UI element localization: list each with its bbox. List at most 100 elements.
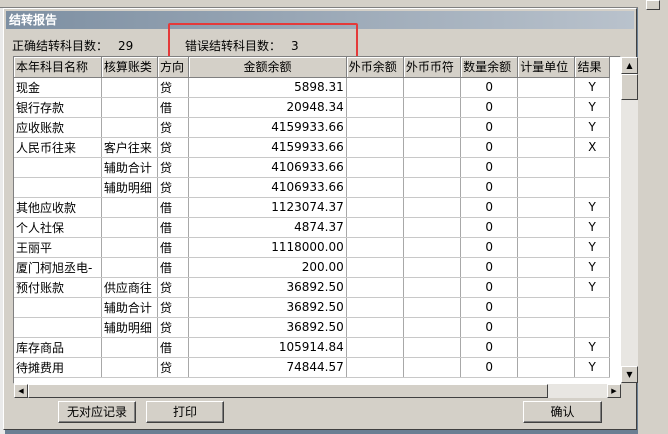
table-cell: Y <box>574 237 610 258</box>
table-cell: 银行存款 <box>14 97 102 118</box>
table-cell <box>403 137 462 158</box>
table-cell: 个人社保 <box>14 217 102 238</box>
column-header[interactable]: 方向 <box>157 57 190 78</box>
vertical-scrollbar[interactable]: ▲ ▼ <box>621 57 638 383</box>
vertical-scroll-thumb[interactable] <box>621 74 638 100</box>
scroll-up-icon[interactable]: ▲ <box>621 57 638 74</box>
table-cell <box>403 257 462 278</box>
table-cell: 应收账款 <box>14 117 102 138</box>
table-cell: 借 <box>157 257 190 278</box>
table-row[interactable]: 预付账款 供应商往贷 36892.50 0 Y <box>14 277 610 298</box>
table-cell: 贷 <box>157 117 190 138</box>
scroll-down-icon[interactable]: ▼ <box>621 366 638 383</box>
column-header[interactable]: 数量余额 <box>460 57 519 78</box>
table-cell <box>14 157 102 178</box>
table-cell: 辅助明细 <box>101 317 158 338</box>
table-cell <box>517 257 576 278</box>
table-row[interactable]: 辅助合计贷 36892.50 0 <box>14 297 610 318</box>
scroll-left-icon[interactable]: ◀ <box>14 384 28 398</box>
table-cell: 0 <box>460 357 519 378</box>
table-cell <box>517 137 576 158</box>
table-row[interactable]: 其他应收款 借 1123074.37 0 Y <box>14 197 610 218</box>
correct-count-summary: 正确结转科目数： 29 <box>12 37 133 54</box>
table-row[interactable]: 辅助明细贷 36892.50 0 <box>14 317 610 338</box>
column-header[interactable]: 外币余额 <box>346 57 404 78</box>
table-cell: 供应商往 <box>101 277 158 298</box>
table-cell: 36892.50 <box>188 297 347 318</box>
table-cell: 74844.57 <box>188 357 347 378</box>
table-cell: 0 <box>460 257 519 278</box>
scroll-right-icon[interactable]: ▶ <box>607 384 621 398</box>
table-cell <box>346 337 404 358</box>
table-cell: 贷 <box>157 317 190 338</box>
table-row[interactable]: 银行存款 借 20948.34 0 Y <box>14 97 610 118</box>
table-row[interactable]: 王丽平 借 1118000.00 0 Y <box>14 237 610 258</box>
table-row[interactable]: 厦门柯旭丞电- 借 200.00 0 Y <box>14 257 610 278</box>
table-row[interactable]: 人民币往来 客户往来贷 4159933.66 0 X <box>14 137 610 158</box>
table-cell <box>346 277 404 298</box>
no-match-records-button[interactable]: 无对应记录 <box>58 401 136 423</box>
background-panel <box>638 0 668 434</box>
table-cell: 0 <box>460 117 519 138</box>
table-row[interactable]: 现金 贷 5898.31 0 Y <box>14 77 610 98</box>
table-row[interactable]: 辅助合计贷 4106933.66 0 <box>14 157 610 178</box>
report-grid[interactable]: 本年科目名称 核算账类 方向 金额余额 外币余额 外币币符 数量余额 计量单位 … <box>13 56 621 384</box>
table-row[interactable]: 个人社保 借 4874.37 0 Y <box>14 217 610 238</box>
column-header[interactable]: 核算账类 <box>101 57 158 78</box>
table-cell: 0 <box>460 197 519 218</box>
table-cell <box>403 337 462 358</box>
table-cell <box>517 277 576 298</box>
table-cell: 贷 <box>157 157 190 178</box>
table-cell <box>403 297 462 318</box>
table-cell <box>403 177 462 198</box>
table-cell: 1123074.37 <box>188 197 347 218</box>
table-cell <box>403 237 462 258</box>
table-cell: Y <box>574 217 610 238</box>
table-row[interactable]: 辅助明细贷 4106933.66 0 <box>14 177 610 198</box>
confirm-button[interactable]: 确认 <box>523 401 602 423</box>
table-cell: 5898.31 <box>188 77 347 98</box>
table-cell: 贷 <box>157 77 190 98</box>
table-row[interactable]: 应收账款 贷 4159933.66 0 Y <box>14 117 610 138</box>
horizontal-scrollbar[interactable]: ◀ ▶ <box>14 384 621 398</box>
table-cell <box>517 317 576 338</box>
table-cell <box>346 357 404 378</box>
table-cell: Y <box>574 277 610 298</box>
table-cell: 借 <box>157 197 190 218</box>
print-button[interactable]: 打印 <box>146 401 224 423</box>
table-cell: 待摊费用 <box>14 357 102 378</box>
table-cell: 20948.34 <box>188 97 347 118</box>
table-row[interactable]: 库存商品 借 105914.84 0 Y <box>14 337 610 358</box>
column-header[interactable]: 本年科目名称 <box>14 57 102 78</box>
table-cell: 0 <box>460 337 519 358</box>
table-cell <box>517 177 576 198</box>
table-cell: 贷 <box>157 177 190 198</box>
table-cell <box>346 117 404 138</box>
table-cell <box>517 197 576 218</box>
table-cell: 0 <box>460 277 519 298</box>
table-cell <box>346 217 404 238</box>
table-row[interactable]: 待摊费用 贷 74844.57 0 Y <box>14 357 610 378</box>
table-cell: 0 <box>460 77 519 98</box>
table-cell <box>517 337 576 358</box>
table-cell: X <box>574 137 610 158</box>
table-cell: 0 <box>460 177 519 198</box>
table-cell: 借 <box>157 237 190 258</box>
table-cell: 0 <box>460 97 519 118</box>
table-cell <box>101 197 158 218</box>
horizontal-scroll-thumb[interactable] <box>28 384 548 398</box>
column-header[interactable]: 结果 <box>574 57 610 78</box>
column-header[interactable]: 计量单位 <box>517 57 576 78</box>
column-header[interactable]: 金额余额 <box>188 57 347 78</box>
table-cell <box>346 97 404 118</box>
table-cell: 0 <box>460 297 519 318</box>
column-header[interactable]: 外币币符 <box>403 57 462 78</box>
table-cell <box>346 237 404 258</box>
table-cell: Y <box>574 117 610 138</box>
table-cell <box>517 217 576 238</box>
table-cell: 200.00 <box>188 257 347 278</box>
table-cell <box>101 217 158 238</box>
correct-count-value: 29 <box>118 39 134 53</box>
table-cell: 0 <box>460 137 519 158</box>
table-cell: Y <box>574 197 610 218</box>
